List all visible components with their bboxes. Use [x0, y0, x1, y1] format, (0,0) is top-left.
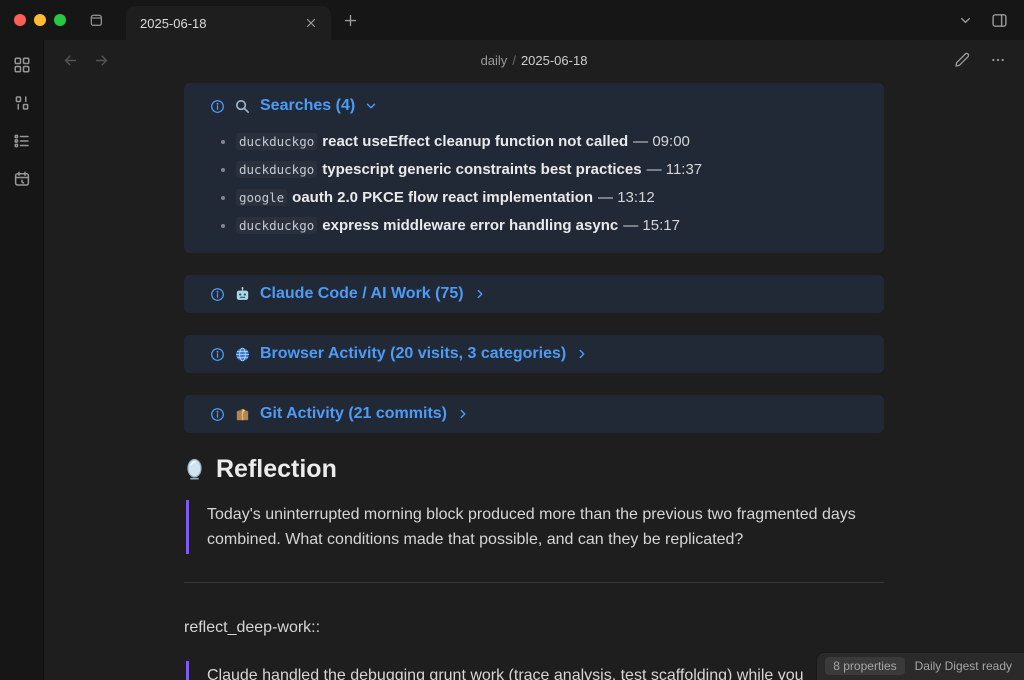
search-item: duckduckgoexpress middleware error handl…: [236, 213, 868, 238]
search-engine: duckduckgo: [236, 161, 318, 178]
search-time: — 11:37: [646, 161, 703, 178]
callout-searches-header[interactable]: Searches (4): [210, 95, 868, 117]
search-item: duckduckgoreact useEffect cleanup functi…: [236, 129, 868, 154]
grid-icon[interactable]: [11, 54, 33, 76]
callout-browser-activity-title: Browser Activity (20 visits, 3 categorie…: [260, 345, 567, 362]
main-area: daily / 2025-06-18 Searches (4) • duckdu…: [0, 40, 1024, 680]
titlebar-right-actions: [958, 0, 1024, 40]
reflection-heading-text: Reflection: [216, 455, 337, 483]
sidebar-toggle-icon[interactable]: [991, 12, 1008, 29]
robot-emoji-icon: [234, 286, 251, 303]
callout-searches-title: Searches (4): [260, 97, 356, 114]
status-bar: 8 properties Daily Digest ready: [816, 652, 1024, 680]
zoom-window-button[interactable]: [54, 14, 66, 26]
globe-emoji-icon: [234, 346, 251, 363]
breadcrumb: daily / 2025-06-18: [481, 53, 588, 68]
divider: [184, 582, 884, 583]
callout-git-activity-title: Git Activity (21 commits): [260, 405, 448, 422]
forward-arrow-icon[interactable]: [91, 50, 112, 71]
tab-title: 2025-06-18: [140, 15, 207, 31]
info-icon: [210, 287, 225, 302]
search-engine: duckduckgo: [236, 217, 318, 234]
search-item: duckduckgotypescript generic constraints…: [236, 157, 868, 182]
traffic-lights: [0, 0, 76, 40]
reflection-quote-text: Today's uninterrupted morning block prod…: [207, 506, 856, 548]
callout-browser-activity-header[interactable]: Browser Activity (20 visits, 3 categorie…: [210, 343, 868, 365]
collapse-chevron-right-icon[interactable]: [456, 407, 470, 421]
search-engine: google: [236, 189, 288, 206]
search-query: express middleware error handling async: [322, 217, 619, 234]
search-engine: duckduckgo: [236, 133, 318, 150]
callout-git-activity-header[interactable]: Git Activity (21 commits): [210, 403, 868, 425]
binary-icon[interactable]: [11, 92, 33, 114]
mirror-emoji-icon: [184, 458, 205, 481]
back-arrow-icon[interactable]: [60, 50, 81, 71]
nav-arrows: [60, 50, 112, 71]
status-properties[interactable]: 8 properties: [825, 657, 905, 675]
tab-close-icon[interactable]: [301, 13, 321, 33]
reflection-quote: Today's uninterrupted morning block prod…: [186, 500, 884, 554]
breadcrumb-current[interactable]: 2025-06-18: [521, 53, 588, 68]
list-icon[interactable]: [11, 130, 33, 152]
chevron-down-icon[interactable]: [958, 13, 973, 28]
collapse-chevron-right-icon[interactable]: [575, 347, 589, 361]
search-emoji-icon: [234, 98, 251, 115]
callout-claude-code[interactable]: Claude Code / AI Work (75): [184, 275, 884, 313]
search-time: — 09:00: [633, 133, 690, 150]
ribbon-sidebar: [0, 40, 44, 680]
search-query: typescript generic constraints best prac…: [322, 161, 642, 178]
deep-work-quote: Claude handled the debugging grunt work …: [186, 661, 884, 680]
calendar-clock-icon[interactable]: [11, 168, 33, 190]
status-daily-digest[interactable]: Daily Digest ready: [915, 659, 1012, 673]
search-time: — 13:12: [598, 189, 655, 206]
note-scroll-area[interactable]: Searches (4) duckduckgoreact useEffect c…: [44, 80, 1024, 680]
tab-stack-icon[interactable]: [76, 0, 116, 40]
breadcrumb-parent[interactable]: daily: [481, 53, 508, 68]
info-icon: [210, 99, 225, 114]
tab-daily-note[interactable]: 2025-06-18: [126, 6, 331, 40]
collapse-chevron-down-icon[interactable]: [364, 99, 378, 113]
package-emoji-icon: [234, 406, 251, 423]
callout-searches: Searches (4) duckduckgoreact useEffect c…: [184, 83, 884, 253]
callout-git-activity[interactable]: Git Activity (21 commits): [184, 395, 884, 433]
search-query: react useEffect cleanup function not cal…: [322, 133, 629, 150]
reflect-field-label: reflect_deep-work::: [184, 619, 321, 636]
more-options-icon[interactable]: [988, 50, 1008, 70]
header-actions: [952, 50, 1008, 70]
titlebar: 2025-06-18: [0, 0, 1024, 40]
info-icon: [210, 347, 225, 362]
search-time: — 15:17: [623, 217, 680, 234]
callout-claude-code-header[interactable]: Claude Code / AI Work (75): [210, 283, 868, 305]
searches-list: duckduckgoreact useEffect cleanup functi…: [210, 129, 868, 238]
search-query: oauth 2.0 PKCE flow react implementation: [292, 189, 594, 206]
view-header: daily / 2025-06-18: [44, 40, 1024, 80]
callout-claude-code-title: Claude Code / AI Work (75): [260, 285, 464, 302]
note-body: Searches (4) duckduckgoreact useEffect c…: [184, 83, 884, 680]
edit-pencil-icon[interactable]: [952, 50, 972, 70]
search-item: googleoauth 2.0 PKCE flow react implemen…: [236, 185, 868, 210]
reflection-heading: Reflection: [184, 455, 884, 484]
callout-browser-activity[interactable]: Browser Activity (20 visits, 3 categorie…: [184, 335, 884, 373]
info-icon: [210, 407, 225, 422]
deep-work-quote-text: Claude handled the debugging grunt work …: [207, 667, 804, 680]
collapse-chevron-right-icon[interactable]: [473, 287, 487, 301]
new-tab-button[interactable]: [331, 0, 370, 40]
minimize-window-button[interactable]: [34, 14, 46, 26]
note-pane: daily / 2025-06-18 Searches (4) • duckdu…: [44, 40, 1024, 680]
breadcrumb-separator: /: [512, 52, 516, 68]
close-window-button[interactable]: [14, 14, 26, 26]
